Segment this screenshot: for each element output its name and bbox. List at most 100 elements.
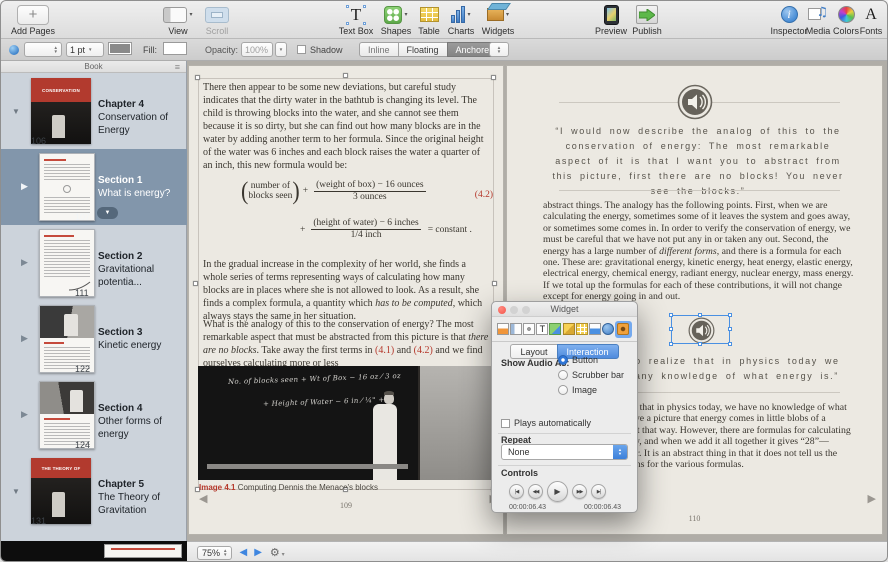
selection-handle[interactable] [491, 75, 496, 80]
layout-inspector-icon[interactable] [510, 323, 522, 335]
sidebar-item-section-1[interactable]: ▶ 107 Section 1What is energy? ▼ [1, 149, 187, 225]
view-button[interactable]: ▾ View [159, 3, 197, 36]
fill-label: Fill: [143, 42, 157, 57]
zoom-level-value: 75% [202, 548, 220, 558]
gear-icon [617, 323, 629, 335]
link-inspector-icon[interactable] [602, 323, 614, 335]
text-box-button[interactable]: T Text Box [335, 3, 377, 36]
opacity-field[interactable]: 100% [241, 42, 273, 57]
selection-handle[interactable] [698, 342, 702, 346]
preview-button[interactable]: Preview [593, 3, 629, 36]
selection-handle[interactable] [698, 313, 702, 317]
publish-label: Publish [629, 26, 665, 36]
selection-handle[interactable] [728, 342, 732, 346]
next-page-button[interactable]: ▶ [254, 547, 262, 558]
shapes-button[interactable]: ▾ Shapes [377, 3, 415, 36]
wrap-floating-segment[interactable]: Floating [399, 42, 447, 57]
previous-page-button[interactable]: ◀ [239, 547, 247, 558]
fonts-button[interactable]: A Fonts [857, 3, 885, 36]
minimize-icon [510, 306, 518, 314]
radio-image-option[interactable]: Image [558, 385, 597, 395]
radio-button-option[interactable]: Button [558, 355, 598, 365]
video-frame-image[interactable]: No. of blocks seen + Wt of Box − 16 oz ⁄… [198, 366, 494, 480]
radio-scrubber-option[interactable]: Scrubber bar [558, 370, 624, 380]
selection-handle[interactable] [343, 73, 348, 78]
equation-continued: + (height of water) − 6 inches1/4 inch =… [297, 218, 472, 241]
widgets-button[interactable]: ▾ Widgets [477, 3, 519, 36]
close-icon[interactable] [498, 306, 506, 314]
shadow-checkbox[interactable]: Shadow [297, 42, 343, 57]
selection-handle[interactable] [492, 281, 497, 286]
play-triangle-icon[interactable]: ▶ [21, 333, 28, 344]
table-inspector-icon[interactable] [576, 323, 588, 335]
charts-button[interactable]: ▾ Charts [443, 3, 479, 36]
opacity-dropdown[interactable]: ▼ [275, 42, 287, 57]
play-button[interactable]: ▶ [547, 481, 568, 502]
chevron-down-icon: ▾ [506, 11, 509, 18]
disclosure-triangle-icon[interactable]: ▼ [12, 487, 20, 496]
metrics-inspector-icon[interactable] [563, 323, 575, 335]
table-button[interactable]: Table [413, 3, 445, 36]
sidebar-item-chapter-5[interactable]: ▼ THE THEORY OF 131 Chapter 5The Theory … [1, 453, 187, 529]
document-inspector-icon[interactable] [497, 323, 509, 335]
stroke-width-select[interactable]: 1 pt ▼ [66, 42, 104, 57]
wrap-inline-segment[interactable]: Inline [359, 42, 399, 57]
page-forward-arrow[interactable]: ▶ [868, 492, 876, 505]
publish-button[interactable]: Publish [629, 3, 665, 36]
sidebar-bottom-partial [1, 541, 187, 562]
play-triangle-icon[interactable]: ▶ [21, 257, 28, 268]
fonts-icon: A [865, 6, 877, 24]
gear-icon[interactable]: ⚙ ▾ [270, 546, 285, 559]
page-number: 111 [75, 288, 89, 298]
sidebar-item-chapter-4[interactable]: ▼ CONSERVATION 106 Chapter 4Conservation… [1, 73, 187, 149]
pull-quote: “I would now describe the analog of this… [552, 124, 844, 199]
selection-handle[interactable] [728, 327, 732, 331]
text-inspector-icon[interactable]: T [536, 323, 548, 335]
fill-color-well[interactable] [163, 42, 187, 55]
skip-to-start-button[interactable]: |◀ [509, 484, 524, 499]
stroke-color-well[interactable] [108, 42, 132, 55]
selection-handle[interactable] [193, 281, 198, 286]
divider [498, 433, 631, 434]
selection-handle[interactable] [728, 313, 732, 317]
play-triangle-icon[interactable]: ▶ [21, 409, 28, 420]
add-pages-button[interactable]: + Add Pages [7, 3, 59, 36]
selected-audio-widget[interactable] [671, 315, 730, 344]
widget-inspector-icon[interactable] [615, 321, 632, 338]
wrap-stepper[interactable]: ▲▼ [489, 42, 509, 57]
preview-icon [604, 5, 619, 25]
select-stepper-icon: ▲▼ [613, 445, 627, 459]
disclosure-triangle-icon[interactable]: ▼ [12, 107, 20, 116]
media-button[interactable]: ♫ Media [803, 3, 833, 36]
add-icon: + [17, 5, 49, 25]
plays-automatically-checkbox[interactable]: Plays automatically [501, 418, 591, 428]
tab-layout[interactable]: Layout [510, 344, 556, 359]
menu-icon[interactable]: ≡ [175, 61, 180, 73]
sidebar-item-section-3[interactable]: ▶ 122 Section 3Kinetic energy [1, 301, 187, 377]
view-icon [163, 7, 187, 23]
repeat-select[interactable]: None ▲▼ [501, 444, 628, 460]
panel-title-bar[interactable]: Widget [492, 302, 637, 317]
sidebar-item-section-2[interactable]: ▶ 111 Section 2Gravitational potentia... [1, 225, 187, 301]
sidebar-item-label: Section 4Other forms of energy [98, 402, 187, 441]
sidebar-item-section-4[interactable]: ▶ 124 Section 4Other forms of energy [1, 377, 187, 453]
play-triangle-icon[interactable]: ▶ [21, 181, 28, 192]
skip-to-end-button[interactable]: ▶| [591, 484, 606, 499]
wrap-inspector-icon[interactable] [523, 323, 535, 335]
chapter-thumbnail: CONSERVATION [31, 78, 91, 144]
rewind-button[interactable]: ◀◀ [528, 484, 543, 499]
fast-forward-button[interactable]: ▶▶ [572, 484, 587, 499]
selection-handle[interactable] [669, 313, 673, 317]
selection-handle[interactable] [195, 75, 200, 80]
view-label: View [159, 26, 197, 36]
inspector-icon-bar: T [492, 317, 637, 342]
page-number: 122 [75, 364, 90, 374]
audio-widget-button[interactable] [677, 84, 713, 125]
chart-inspector-icon[interactable] [589, 323, 601, 335]
section-dropdown-button[interactable]: ▼ [97, 207, 118, 219]
zoom-level-select[interactable]: 75% ▲▼ [197, 546, 232, 560]
graphic-inspector-icon[interactable] [549, 323, 561, 335]
selection-handle[interactable] [669, 327, 673, 331]
style-stepper-field[interactable]: ▲▼ [24, 42, 62, 57]
selection-handle[interactable] [669, 342, 673, 346]
